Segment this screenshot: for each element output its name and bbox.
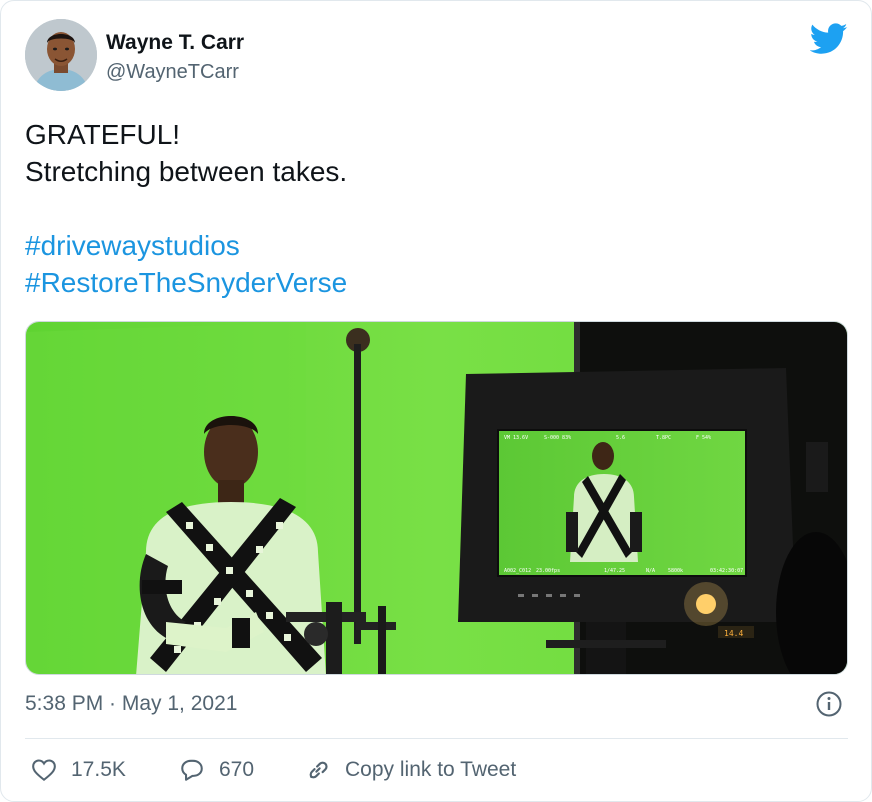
info-icon[interactable] — [816, 691, 842, 717]
reply-bubble-icon — [179, 757, 205, 783]
tweet-card: Wayne T. Carr @WayneTCarr GRATEFUL! Stre… — [0, 0, 872, 802]
reply-button[interactable]: 670 — [179, 753, 254, 787]
reply-count: 670 — [219, 758, 255, 781]
monitor-overlay-top: F 54% — [696, 435, 711, 441]
author-name[interactable]: Wayne T. Carr — [106, 31, 244, 55]
monitor-overlay-bottom: A002_C012 — [504, 568, 531, 574]
monitor-overlay-top: S-000 83% — [544, 435, 571, 441]
tweet-photo[interactable]: VM 13.6V S-000 83% 5.6 T.8PC F 54% A002_… — [25, 321, 848, 675]
monitor-overlay-bottom: 1/47.25 — [604, 568, 625, 574]
tweet-text: GRATEFUL! Stretching between takes. #dri… — [25, 116, 845, 301]
tweet-line: GRATEFUL! — [25, 119, 181, 150]
tweet-timestamp[interactable]: 5:38 PM · May 1, 2021 — [25, 692, 237, 716]
twitter-bird-icon[interactable] — [809, 23, 848, 55]
slate-counter: 14.4 — [724, 629, 743, 638]
like-count: 17.5K — [71, 758, 126, 781]
hashtag-link[interactable]: #drivewaystudios — [25, 227, 845, 264]
monitor-overlay-bottom: 03:42:30:07 — [710, 568, 743, 574]
like-button[interactable]: 17.5K — [31, 753, 126, 787]
avatar[interactable] — [25, 19, 97, 91]
divider — [25, 738, 848, 739]
monitor-overlay-top: 5.6 — [616, 435, 625, 441]
hashtag-link[interactable]: #RestoreTheSnyderVerse — [25, 264, 845, 301]
monitor-overlay-bottom: 23.00fps — [536, 568, 560, 574]
monitor-overlay-top: T.8PC — [656, 435, 671, 441]
monitor-overlay-bottom: 5800k — [668, 568, 683, 574]
copy-link-button[interactable]: Copy link to Tweet — [305, 753, 516, 787]
tweet-spacer — [25, 190, 845, 227]
monitor-overlay-bottom: N/A — [646, 568, 655, 574]
copy-link-label: Copy link to Tweet — [345, 758, 517, 781]
monitor-overlay-top: VM 13.6V — [504, 435, 528, 441]
tweet-line: Stretching between takes. — [25, 156, 348, 187]
heart-icon — [31, 757, 57, 783]
author-handle[interactable]: @WayneTCarr — [106, 61, 239, 84]
link-icon — [305, 757, 331, 783]
